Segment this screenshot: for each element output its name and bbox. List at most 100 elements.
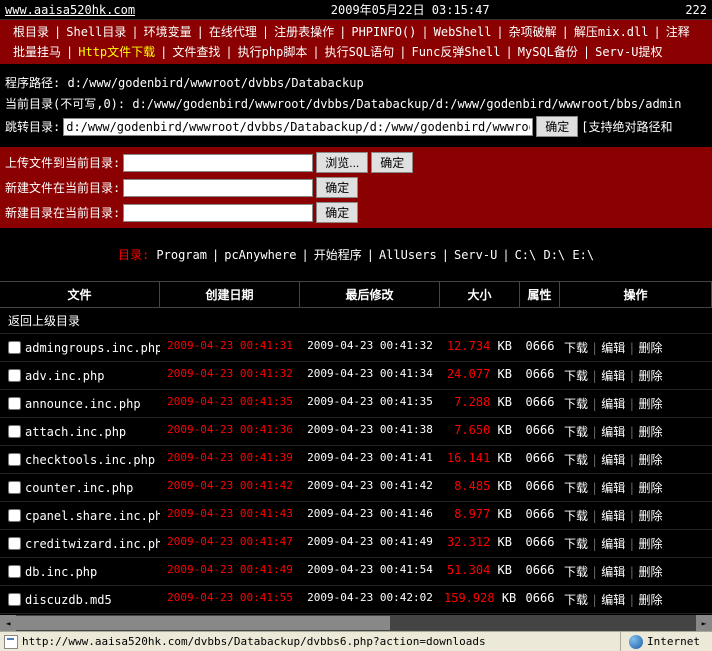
quick-links: 目录: Program|pcAnywhere|开始程序|AllUsers|Ser…	[0, 228, 712, 281]
file-ops: 下载|编辑|删除	[560, 337, 712, 358]
nav-item[interactable]: 文件查找	[169, 45, 223, 59]
edit-link[interactable]: 编辑	[601, 369, 625, 383]
file-ops: 下载|编辑|删除	[560, 365, 712, 386]
upload-section: 上传文件到当前目录: 浏览... 确定 新建文件在当前目录: 确定 新建目录在当…	[0, 147, 712, 228]
scroll-right-arrow[interactable]: ►	[696, 615, 712, 631]
modified-date: 2009-04-23 00:41:34	[300, 365, 440, 386]
row-checkbox[interactable]	[8, 397, 21, 410]
delete-link[interactable]: 删除	[639, 341, 663, 355]
nav-row-2: 批量挂马|Http文件下载|文件查找|执行php脚本|执行SQL语句|Func反…	[0, 42, 712, 62]
row-checkbox[interactable]	[8, 593, 21, 606]
globe-icon	[629, 635, 643, 649]
quick-link[interactable]: pcAnywhere	[224, 248, 296, 262]
file-attr: 0666	[520, 449, 560, 470]
upload-confirm-button[interactable]: 确定	[371, 152, 413, 173]
site-url[interactable]: www.aaisa520hk.com	[5, 0, 135, 19]
goto-input[interactable]	[63, 118, 533, 136]
delete-link[interactable]: 删除	[639, 453, 663, 467]
nav-item[interactable]: Shell目录	[63, 25, 129, 39]
quick-link[interactable]: 开始程序	[314, 248, 362, 262]
upload-input[interactable]	[123, 154, 313, 172]
table-row: checktools.inc.php2009-04-23 00:41:39200…	[0, 446, 712, 474]
scroll-thumb[interactable]	[16, 616, 390, 630]
datetime: 2009年05月22日 03:15:47	[331, 0, 490, 19]
edit-link[interactable]: 编辑	[601, 509, 625, 523]
nav-item[interactable]: WebShell	[431, 25, 495, 39]
table-row: attach.inc.php2009-04-23 00:41:362009-04…	[0, 418, 712, 446]
quick-link[interactable]: C:\ D:\ E:\	[515, 248, 594, 262]
nav-item[interactable]: 执行php脚本	[235, 45, 311, 59]
nav-item[interactable]: 批量挂马	[10, 45, 64, 59]
row-checkbox[interactable]	[8, 425, 21, 438]
file-attr: 0666	[520, 561, 560, 582]
newfile-label: 新建文件在当前目录:	[5, 179, 120, 196]
file-ops: 下载|编辑|删除	[560, 449, 712, 470]
edit-link[interactable]: 编辑	[601, 397, 625, 411]
edit-link[interactable]: 编辑	[601, 481, 625, 495]
delete-link[interactable]: 删除	[639, 565, 663, 579]
row-checkbox[interactable]	[8, 509, 21, 522]
edit-link[interactable]: 编辑	[601, 537, 625, 551]
delete-link[interactable]: 删除	[639, 509, 663, 523]
nav-item[interactable]: PHPINFO()	[348, 25, 419, 39]
delete-link[interactable]: 删除	[639, 397, 663, 411]
row-checkbox[interactable]	[8, 453, 21, 466]
row-checkbox[interactable]	[8, 369, 21, 382]
download-link[interactable]: 下载	[564, 565, 588, 579]
goto-confirm-button[interactable]: 确定	[536, 116, 578, 137]
newfile-input[interactable]	[123, 179, 313, 197]
row-checkbox[interactable]	[8, 341, 21, 354]
modified-date: 2009-04-23 00:41:38	[300, 421, 440, 442]
nav-item[interactable]: Serv-U提权	[592, 45, 665, 59]
delete-link[interactable]: 删除	[639, 369, 663, 383]
nav-item[interactable]: 注册表操作	[271, 25, 337, 39]
delete-link[interactable]: 删除	[639, 481, 663, 495]
download-link[interactable]: 下载	[564, 453, 588, 467]
quick-link[interactable]: AllUsers	[379, 248, 437, 262]
download-link[interactable]: 下载	[564, 397, 588, 411]
download-link[interactable]: 下载	[564, 509, 588, 523]
horizontal-scrollbar[interactable]: ◄ ►	[0, 615, 712, 631]
download-link[interactable]: 下载	[564, 341, 588, 355]
back-link[interactable]: 返回上级目录	[8, 314, 80, 328]
nav-item[interactable]: Http文件下载	[75, 45, 158, 59]
nav-item[interactable]: 环境变量	[141, 25, 195, 39]
edit-link[interactable]: 编辑	[601, 565, 625, 579]
nav-item[interactable]: 执行SQL语句	[322, 45, 398, 59]
row-checkbox[interactable]	[8, 481, 21, 494]
quick-link[interactable]: Serv-U	[454, 248, 497, 262]
newdir-confirm-button[interactable]: 确定	[316, 202, 358, 223]
scroll-left-arrow[interactable]: ◄	[0, 615, 16, 631]
file-name: creditwizard.inc.php	[25, 537, 160, 551]
download-link[interactable]: 下载	[564, 425, 588, 439]
created-date: 2009-04-23 00:41:43	[160, 505, 300, 526]
row-checkbox[interactable]	[8, 565, 21, 578]
newfile-confirm-button[interactable]: 确定	[316, 177, 358, 198]
file-size: 8.485 KB	[440, 477, 520, 498]
newdir-input[interactable]	[123, 204, 313, 222]
download-link[interactable]: 下载	[564, 537, 588, 551]
nav-item[interactable]: 注释	[663, 25, 693, 39]
edit-link[interactable]: 编辑	[601, 425, 625, 439]
nav-item[interactable]: MySQL备份	[515, 45, 581, 59]
edit-link[interactable]: 编辑	[601, 593, 625, 607]
delete-link[interactable]: 删除	[639, 425, 663, 439]
file-name: checktools.inc.php	[25, 453, 155, 467]
download-link[interactable]: 下载	[564, 369, 588, 383]
row-checkbox[interactable]	[8, 537, 21, 550]
download-link[interactable]: 下载	[564, 593, 588, 607]
edit-link[interactable]: 编辑	[601, 341, 625, 355]
delete-link[interactable]: 删除	[639, 537, 663, 551]
nav-item[interactable]: Func反弹Shell	[408, 45, 503, 59]
current-value: d:/www/godenbird/wwwroot/dvbbs/Databacku…	[132, 97, 681, 111]
nav-item[interactable]: 根目录	[10, 25, 52, 39]
edit-link[interactable]: 编辑	[601, 453, 625, 467]
download-link[interactable]: 下载	[564, 481, 588, 495]
nav-item[interactable]: 在线代理	[206, 25, 260, 39]
delete-link[interactable]: 删除	[639, 593, 663, 607]
nav-item[interactable]: 解压mix.dll	[571, 25, 652, 39]
nav-item[interactable]: 杂项破解	[506, 25, 560, 39]
th-ops: 操作	[560, 282, 712, 307]
browse-button[interactable]: 浏览...	[316, 152, 368, 173]
quick-link[interactable]: Program	[156, 248, 207, 262]
